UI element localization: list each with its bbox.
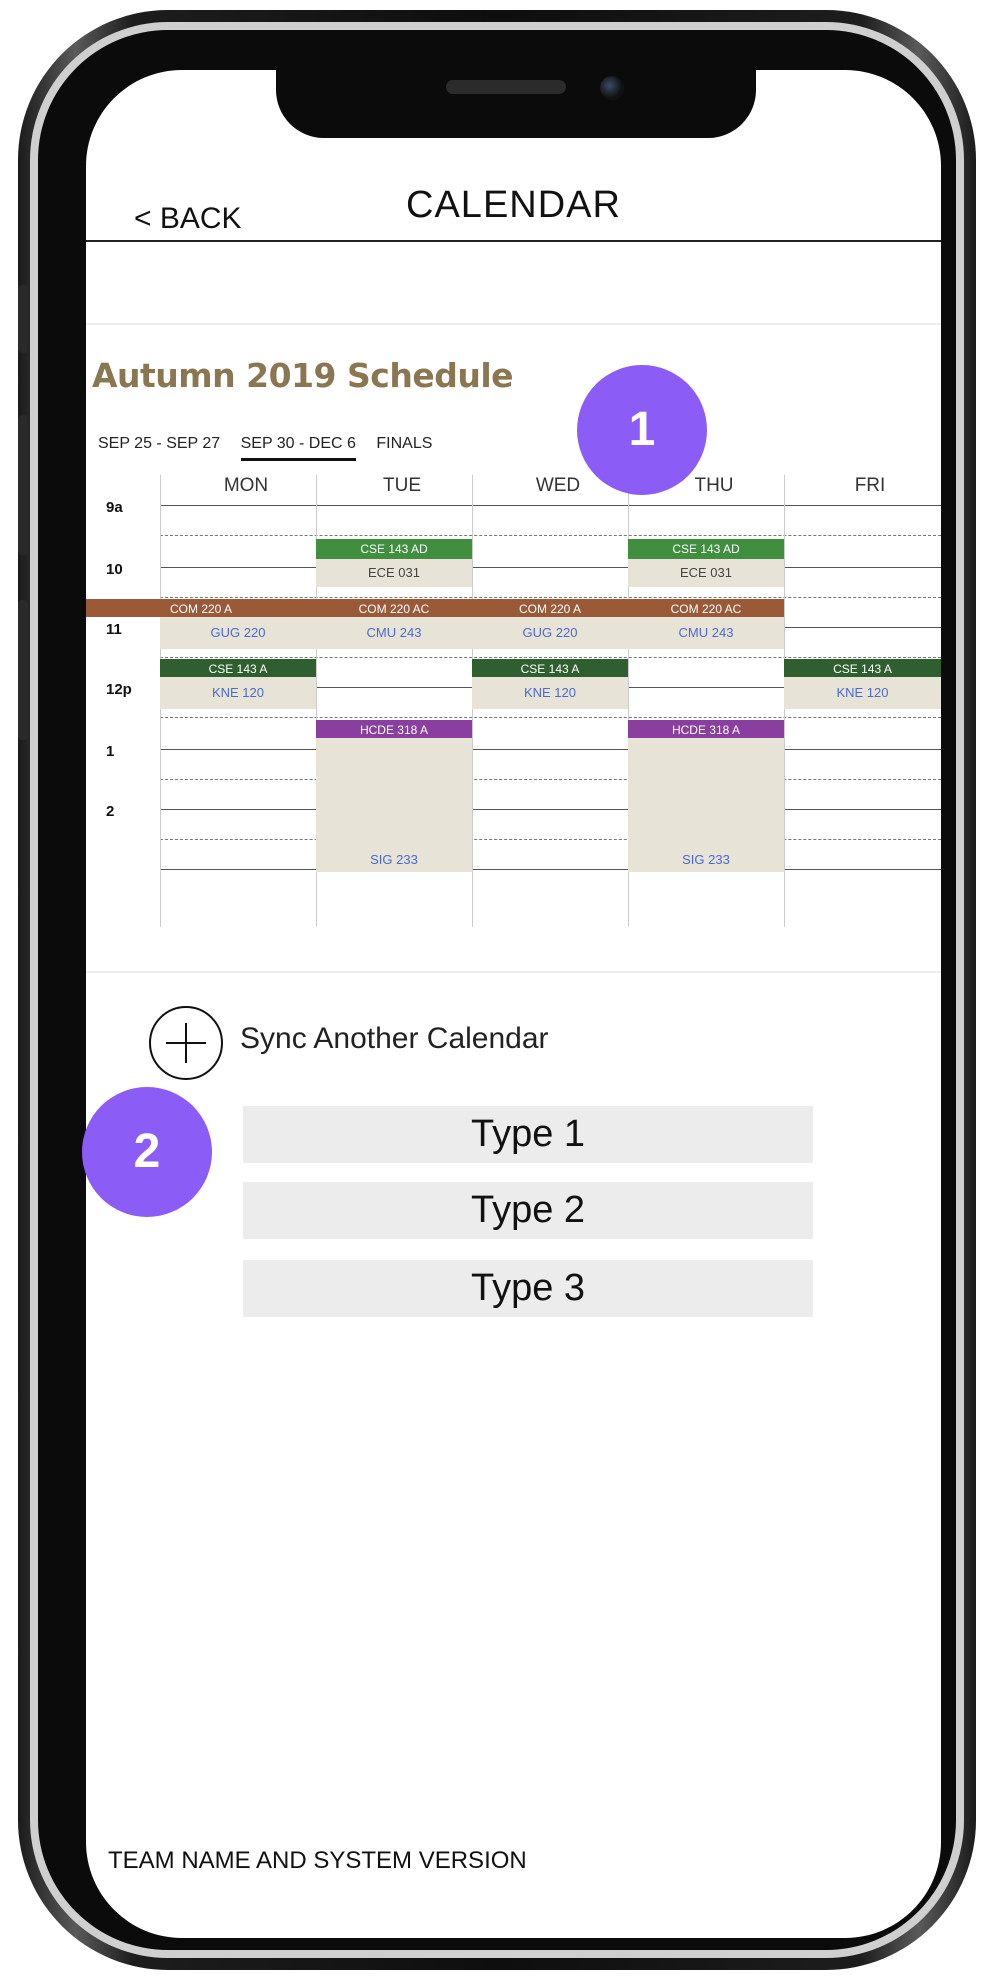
event-course[interactable]: CSE 143 A bbox=[472, 659, 628, 677]
grid-line bbox=[160, 809, 941, 810]
tab-finals[interactable]: FINALS bbox=[376, 435, 432, 452]
sync-calendar-label[interactable]: Sync Another Calendar bbox=[240, 1022, 549, 1056]
day-header-mon: MON bbox=[223, 475, 269, 496]
event-course[interactable]: COM 220 AC bbox=[316, 599, 472, 617]
silent-switch bbox=[18, 285, 28, 353]
hour-label: 12p bbox=[106, 681, 132, 698]
tab-sep30-dec6[interactable]: SEP 30 - DEC 6 bbox=[240, 435, 356, 461]
grid-line bbox=[160, 535, 941, 536]
section-divider bbox=[86, 323, 941, 325]
event-room: KNE 120 bbox=[472, 677, 628, 709]
event-course[interactable]: CSE 143 A bbox=[784, 659, 941, 677]
event-room: GUG 220 bbox=[472, 617, 628, 649]
week-tabs: SEP 25 - SEP 27 SEP 30 - DEC 6 FINALS bbox=[98, 435, 448, 465]
footer-version-text: TEAM NAME AND SYSTEM VERSION bbox=[108, 1847, 527, 1874]
event-course[interactable]: HCDE 318 A bbox=[316, 720, 472, 738]
hour-label: 9a bbox=[106, 499, 123, 516]
event-room: CMU 243 bbox=[316, 617, 472, 649]
event-room: SIG 233 bbox=[628, 738, 784, 872]
speaker-grille bbox=[446, 80, 566, 94]
grid-line bbox=[160, 749, 941, 750]
add-calendar-plus-icon[interactable] bbox=[149, 1006, 223, 1080]
event-course[interactable]: COM 220 AC bbox=[628, 599, 784, 617]
header-divider bbox=[86, 240, 941, 242]
day-header-tue: TUE bbox=[383, 475, 421, 496]
section-divider bbox=[86, 971, 941, 973]
event-course[interactable]: CSE 143 AD bbox=[628, 539, 784, 559]
event-course[interactable]: COM 220 A bbox=[472, 599, 628, 617]
tab-sep25-sep27[interactable]: SEP 25 - SEP 27 bbox=[98, 435, 220, 452]
event-room: KNE 120 bbox=[784, 677, 941, 709]
screen: < BACK CALENDAR Autumn 2019 Schedule SEP… bbox=[86, 70, 941, 1938]
hour-label: 1 bbox=[106, 743, 115, 760]
hour-label: 2 bbox=[106, 803, 115, 820]
grid-line bbox=[160, 505, 941, 506]
grid-line bbox=[160, 657, 941, 658]
annotation-badge-2: 2 bbox=[82, 1087, 212, 1217]
hour-label: 11 bbox=[106, 621, 122, 638]
page-title: CALENDAR bbox=[406, 184, 621, 226]
event-room: ECE 031 bbox=[316, 559, 472, 587]
volume-up-button bbox=[18, 415, 28, 555]
grid-line bbox=[160, 567, 941, 568]
grid-line bbox=[160, 717, 941, 718]
annotation-badge-1: 1 bbox=[577, 365, 707, 495]
event-room: ECE 031 bbox=[628, 559, 784, 587]
event-room: GUG 220 bbox=[160, 617, 316, 649]
event-course[interactable]: COM 220 A bbox=[86, 599, 316, 617]
calendar-type-1-button[interactable]: Type 1 bbox=[243, 1106, 813, 1163]
camera-icon bbox=[600, 76, 624, 100]
day-header-fri: FRI bbox=[854, 475, 886, 496]
event-course[interactable]: CSE 143 AD bbox=[316, 539, 472, 559]
notch bbox=[276, 70, 756, 138]
event-room: KNE 120 bbox=[160, 677, 316, 709]
volume-down-button bbox=[18, 600, 28, 740]
event-course[interactable]: CSE 143 A bbox=[160, 659, 316, 677]
grid-line bbox=[160, 779, 941, 780]
hour-label: 10 bbox=[106, 561, 123, 578]
calendar-type-2-button[interactable]: Type 2 bbox=[243, 1182, 813, 1239]
calendar-type-3-button[interactable]: Type 3 bbox=[243, 1260, 813, 1317]
event-course[interactable]: HCDE 318 A bbox=[628, 720, 784, 738]
event-room: SIG 233 bbox=[316, 738, 472, 872]
schedule-grid: MON TUE WED THU FRI 9a 10 11 12p 1 2 CSE… bbox=[86, 475, 941, 945]
schedule-title: Autumn 2019 Schedule bbox=[92, 356, 514, 395]
grid-line bbox=[160, 869, 941, 870]
event-room: CMU 243 bbox=[628, 617, 784, 649]
grid-line bbox=[160, 839, 941, 840]
grid-line bbox=[160, 597, 941, 598]
